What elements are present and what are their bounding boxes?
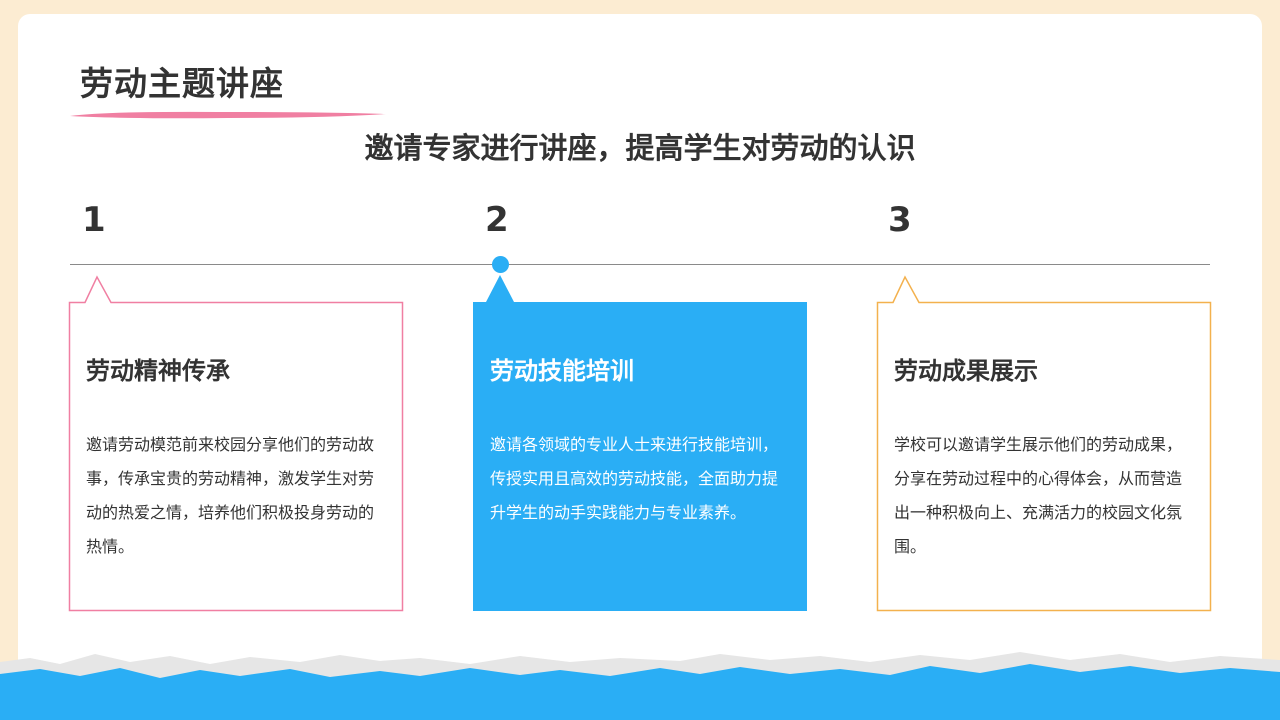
title-underline-brush (70, 111, 386, 119)
step-card-1: 劳动精神传承 邀请劳动模范前来校园分享他们的劳动故事，传承宝贵的劳动精神，激发学… (70, 302, 402, 610)
step-card-2: 劳动技能培训 邀请各领域的专业人士来进行技能培训，传授实用且高效的劳动技能，全面… (474, 302, 806, 610)
step-number-2: 2 (485, 200, 509, 240)
step-number-1: 1 (82, 200, 106, 240)
step-card-3-heading: 劳动成果展示 (894, 357, 1038, 385)
slide: 劳动主题讲座 邀请专家进行讲座，提高学生对劳动的认识 1 2 3 劳动精神传承 … (0, 0, 1280, 720)
bottom-torn-paper-decoration (0, 652, 1280, 720)
step-card-3: 劳动成果展示 学校可以邀请学生展示他们的劳动成果，分享在劳动过程中的心得体会，从… (878, 302, 1210, 610)
slide-subtitle: 邀请专家进行讲座，提高学生对劳动的认识 (364, 131, 916, 165)
step-card-3-text: 学校可以邀请学生展示他们的劳动成果，分享在劳动过程中的心得体会，从而营造出一种积… (894, 435, 1183, 556)
step-card-1-text: 邀请劳动模范前来校园分享他们的劳动故事，传承宝贵的劳动精神，激发学生对劳动的热爱… (86, 435, 375, 556)
step-card-1-heading: 劳动精神传承 (86, 357, 230, 385)
timeline-active-dot (492, 256, 509, 273)
timeline-line (70, 264, 1210, 265)
step-number-3: 3 (888, 200, 912, 240)
slide-title: 劳动主题讲座 (80, 64, 284, 103)
step-card-2-heading: 劳动技能培训 (490, 357, 634, 385)
step-card-2-text: 邀请各领域的专业人士来进行技能培训，传授实用且高效的劳动技能，全面助力提升学生的… (490, 435, 779, 522)
